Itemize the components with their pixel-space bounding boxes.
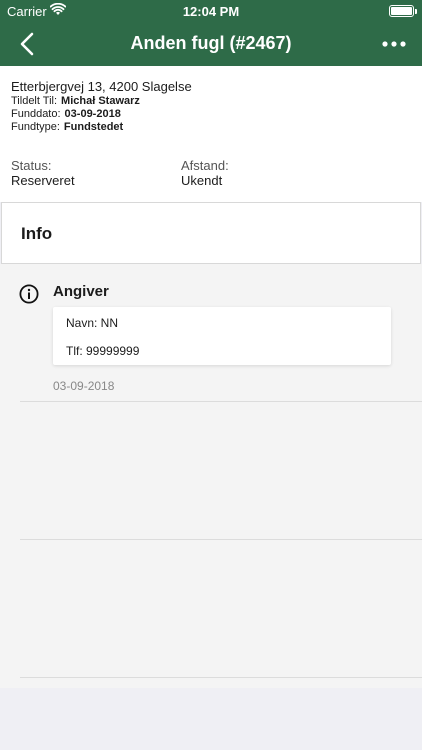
status-bar: Carrier 12:04 PM [0,0,422,22]
assigned-label: Tildelt Til: [11,95,58,107]
distance-label: Afstand: [181,158,229,173]
found-date-row: Funddato: 03-09-2018 [11,108,121,120]
address-text: Etterbjergvej 13, 4200 Slagelse [11,79,192,94]
entry-date: 03-09-2018 [53,379,115,393]
info-content: Angiver Navn: NN Tlf: 99999999 03-09-201… [0,264,422,688]
found-type-label: Fundtype: [11,121,60,133]
divider [20,677,422,678]
found-date-value: 03-09-2018 [64,108,121,120]
status-value: Reserveret [11,173,75,188]
divider [20,539,422,540]
assigned-row: Tildelt Til: Michał Stawarz [11,95,140,107]
found-type-value: Fundstedet [63,121,124,133]
report-header: Etterbjergvej 13, 4200 Slagelse Tildelt … [0,66,422,202]
battery-icon [389,5,417,17]
reporter-card: Navn: NN Tlf: 99999999 [53,307,391,365]
tab-info-label: Info [21,224,53,243]
more-icon[interactable] [380,34,408,54]
section-title: Angiver [53,283,109,300]
info-icon [19,284,39,304]
status-time: 12:04 PM [182,4,240,19]
footer-area [0,688,422,750]
found-type-row: Fundtype: Fundstedet [11,121,123,133]
distance-value: Ukendt [181,173,223,188]
found-date-label: Funddato: [11,108,61,120]
status-label: Status: [11,158,52,173]
reporter-name: Navn: NN [66,316,119,330]
divider [20,401,422,402]
nav-bar: Anden fugl (#2467) [0,22,422,66]
page-title: Anden fugl (#2467) [130,33,292,53]
tab-info[interactable]: Info [1,202,421,264]
reporter-phone[interactable]: Tlf: 99999999 [66,344,139,358]
assigned-value: Michał Stawarz [61,95,140,107]
